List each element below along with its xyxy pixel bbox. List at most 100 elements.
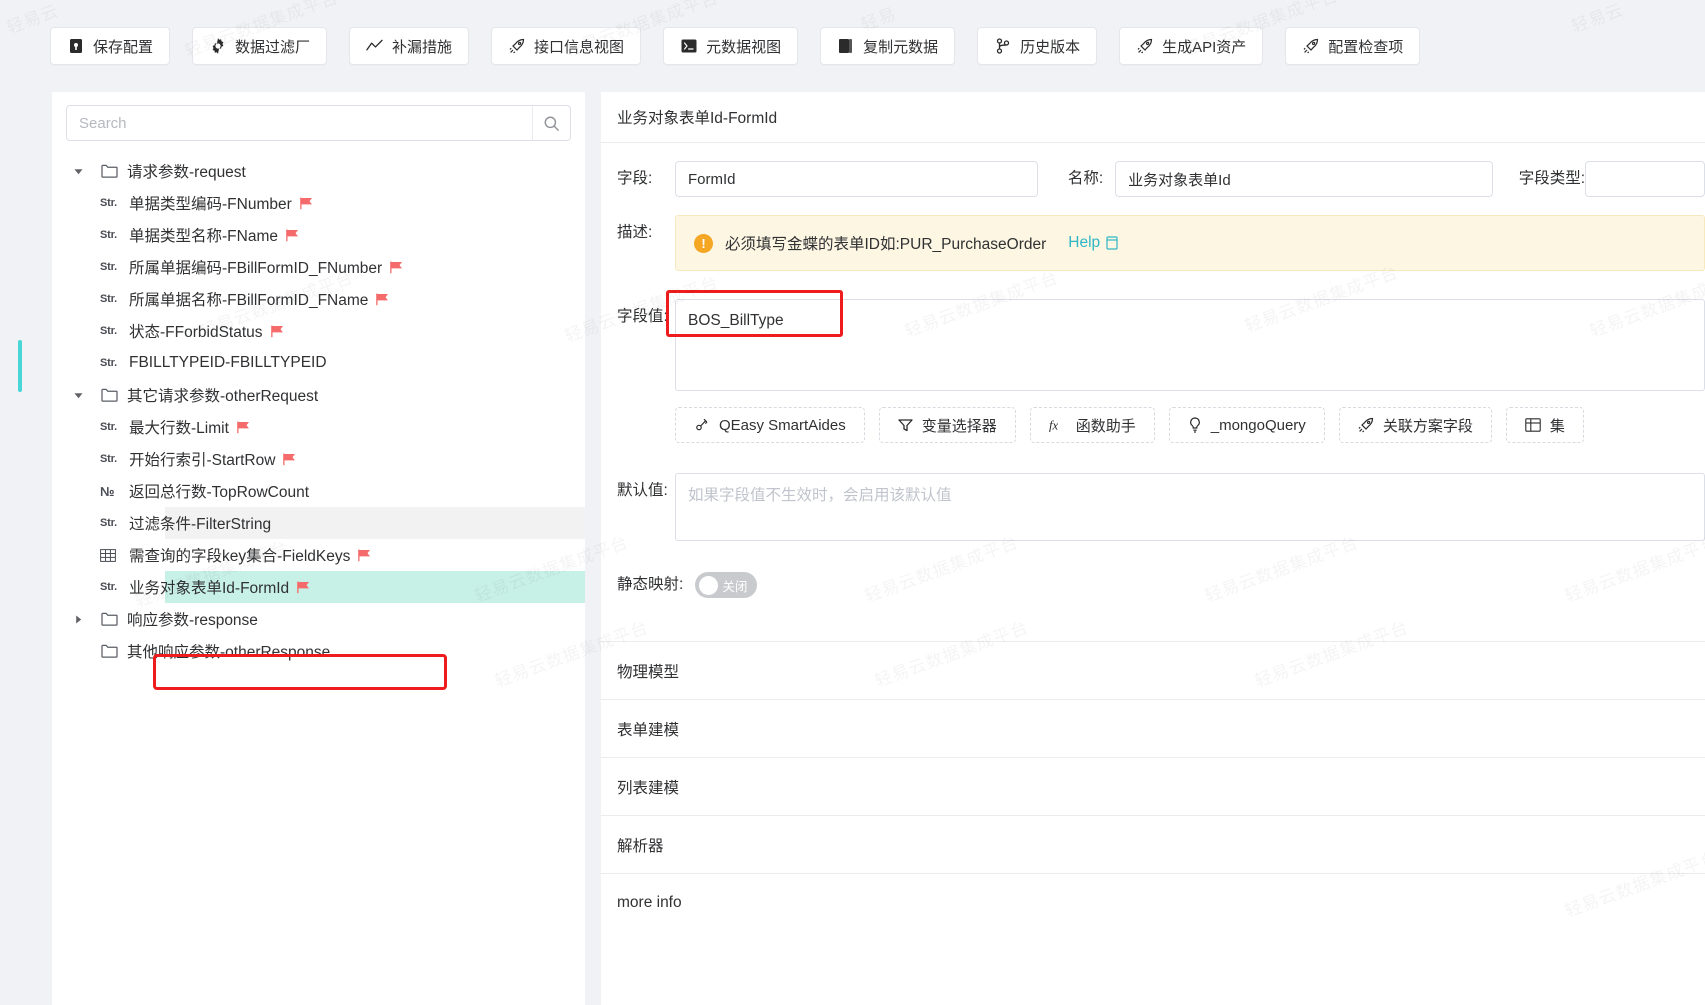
toolbar-button-label: 接口信息视图 <box>534 38 625 56</box>
string-type-icon: Str. <box>100 293 117 305</box>
field-name-input[interactable] <box>1115 161 1493 197</box>
field-key-input[interactable] <box>675 161 1038 197</box>
chip-label: 关联方案字段 <box>1382 417 1473 435</box>
tree-node-label: 响应参数-response <box>127 612 258 629</box>
toolbar-button-7[interactable]: 历史版本 <box>977 27 1098 65</box>
accordion-section-3[interactable]: 列表建模 <box>601 757 1705 815</box>
string-type-icon: Str. <box>100 325 117 337</box>
chevron-down-icon[interactable] <box>70 387 86 403</box>
field-detail-panel: 业务对象表单Id-FormId 字段: 名称: 字段类型: 描述: ! 必须填写… <box>601 88 1705 1005</box>
accordion-section-1[interactable]: 物理模型 <box>601 641 1705 699</box>
tree-node-label: 单据类型编码-FNumber <box>129 196 292 213</box>
value-helper-chip-2[interactable]: 变量选择器 <box>878 407 1016 443</box>
toolbar-button-label: 元数据视图 <box>706 38 782 56</box>
string-type-icon: Str. <box>100 197 117 209</box>
search-icon[interactable] <box>532 106 570 140</box>
default-value-input[interactable]: 如果字段值不生效时，会启用该默认值 <box>675 473 1705 541</box>
chart-line-icon <box>366 38 383 55</box>
tree-leaf-node[interactable]: Str. 最大行数-Limit <box>52 411 585 443</box>
accordion-section-5[interactable]: more info <box>601 873 1705 931</box>
search-input[interactable] <box>67 106 532 140</box>
grid-type-icon <box>100 548 122 562</box>
required-flag-icon <box>237 421 251 434</box>
toolbar-button-5[interactable]: 元数据视图 <box>663 27 799 65</box>
string-type-icon: Str. <box>100 261 117 273</box>
toolbar-button-6[interactable]: 复制元数据 <box>820 27 956 65</box>
string-type-icon: Str. <box>100 453 117 465</box>
copy-icon <box>837 38 854 55</box>
required-flag-icon <box>299 197 314 210</box>
save-icon <box>67 38 84 55</box>
value-helper-chip-4[interactable]: _mongoQuery <box>1168 407 1325 443</box>
top-toolbar: 保存配置 数据过滤厂 补漏措施 接口信息视图 元数据视图 复制元数据 历史版本 生成API资产… <box>0 0 1705 92</box>
tree-folder-node[interactable]: 其它请求参数-otherRequest <box>52 379 585 411</box>
parameter-tree: 请求参数-request Str. 单据类型编码-FNumber Str. 单据类型名称… <box>52 155 585 667</box>
accordion-section-label: 表单建模 <box>617 721 680 739</box>
toolbar-button-4[interactable]: 接口信息视图 <box>491 27 642 65</box>
chip-label: 集 <box>1549 417 1565 435</box>
required-flag-icon <box>390 261 404 274</box>
value-helper-chip-5[interactable]: 关联方案字段 <box>1338 407 1492 443</box>
tree-folder-node[interactable]: 响应参数-response <box>52 603 585 635</box>
tree-leaf-node[interactable]: 需查询的字段key集合-FieldKeys <box>52 539 585 571</box>
svg-text:fx: fx <box>1049 418 1058 432</box>
chip-label: _mongoQuery <box>1210 416 1306 434</box>
accordion-section-4[interactable]: 解析器 <box>601 815 1705 873</box>
tree-leaf-node[interactable]: Str. FBILLTYPEID-FBILLTYPEID <box>52 347 585 379</box>
chevron-right-icon[interactable] <box>70 611 86 627</box>
toolbar-button-label: 补漏措施 <box>392 38 453 56</box>
tree-leaf-node[interactable]: Str. 业务对象表单Id-FormId <box>52 571 585 603</box>
toolbar-button-label: 复制元数据 <box>863 38 939 56</box>
tree-node-label: 过滤条件-FilterString <box>129 516 272 533</box>
field-value-editor[interactable]: BOS_BillType <box>675 299 1705 391</box>
rocket-icon <box>1302 38 1319 55</box>
tree-node-label: FBILLTYPEID-FBILLTYPEID <box>129 354 327 371</box>
field-type-input[interactable] <box>1585 161 1705 197</box>
search-box[interactable] <box>66 105 571 141</box>
value-helper-chip-3[interactable]: fx 函数助手 <box>1029 407 1155 443</box>
tree-leaf-node[interactable]: Str. 单据类型编码-FNumber <box>52 187 585 219</box>
bulb-icon <box>1188 417 1202 433</box>
static-mapping-row: 静态映射: 关闭 <box>601 567 1705 603</box>
tree-folder-node[interactable]: 请求参数-request <box>52 155 585 187</box>
toolbar-button-label: 生成API资产 <box>1162 38 1247 56</box>
tree-node-label: 状态-FForbidStatus <box>129 324 263 341</box>
tree-leaf-node[interactable]: Str. 过滤条件-FilterString <box>52 507 585 539</box>
filter-icon <box>898 418 913 432</box>
field-type-label: 字段类型: <box>1518 170 1585 187</box>
toolbar-button-1[interactable]: 保存配置 <box>50 27 171 65</box>
string-type-icon: Str. <box>100 421 117 433</box>
required-flag-icon <box>270 325 285 338</box>
toolbar-button-3[interactable]: 补漏措施 <box>349 27 470 65</box>
chevron-down-icon[interactable] <box>70 163 86 179</box>
accordion-section-2[interactable]: 表单建模 <box>601 699 1705 757</box>
tree-leaf-node[interactable]: Str. 开始行索引-StartRow <box>52 443 585 475</box>
required-flag-icon <box>358 549 372 562</box>
default-value-label: 默认值: <box>617 482 668 499</box>
tree-leaf-node[interactable]: Str. 单据类型名称-FName <box>52 219 585 251</box>
tree-leaf-node[interactable]: № 返回总行数-TopRowCount <box>52 475 585 507</box>
tree-leaf-node[interactable]: Str. 状态-FForbidStatus <box>52 315 585 347</box>
help-link[interactable]: Help <box>1068 234 1119 252</box>
chip-label: 函数助手 <box>1075 417 1136 435</box>
tree-node-label: 请求参数-request <box>127 164 246 181</box>
accordion-section-label: 列表建模 <box>617 779 680 797</box>
description-banner: ! 必须填写金蝶的表单ID如:PUR_PurchaseOrder Help <box>675 215 1705 271</box>
sparkle-icon <box>694 417 710 433</box>
string-type-icon: Str. <box>100 229 117 241</box>
toolbar-button-9[interactable]: 配置检查项 <box>1285 27 1421 65</box>
value-helper-chip-1[interactable]: QEasy SmartAides <box>675 407 865 443</box>
value-helper-chip-6[interactable]: 集 <box>1505 407 1584 443</box>
tree-folder-node[interactable]: 其他响应参数-otherResponse <box>52 635 585 667</box>
required-flag-icon <box>286 229 300 242</box>
static-mapping-toggle[interactable]: 关闭 <box>695 572 758 598</box>
accordion-section-label: 物理模型 <box>617 663 680 681</box>
tree-node-label: 其它请求参数-otherRequest <box>127 388 319 405</box>
fx-icon: fx <box>1049 418 1067 433</box>
toolbar-button-8[interactable]: 生成API资产 <box>1119 27 1264 65</box>
external-link-icon <box>1106 236 1118 250</box>
chip-label: QEasy SmartAides <box>719 416 846 434</box>
tree-leaf-node[interactable]: Str. 所属单据编码-FBillFormID_FNumber <box>52 251 585 283</box>
tree-leaf-node[interactable]: Str. 所属单据名称-FBillFormID_FName <box>52 283 585 315</box>
toolbar-button-2[interactable]: 数据过滤厂 <box>192 27 328 65</box>
